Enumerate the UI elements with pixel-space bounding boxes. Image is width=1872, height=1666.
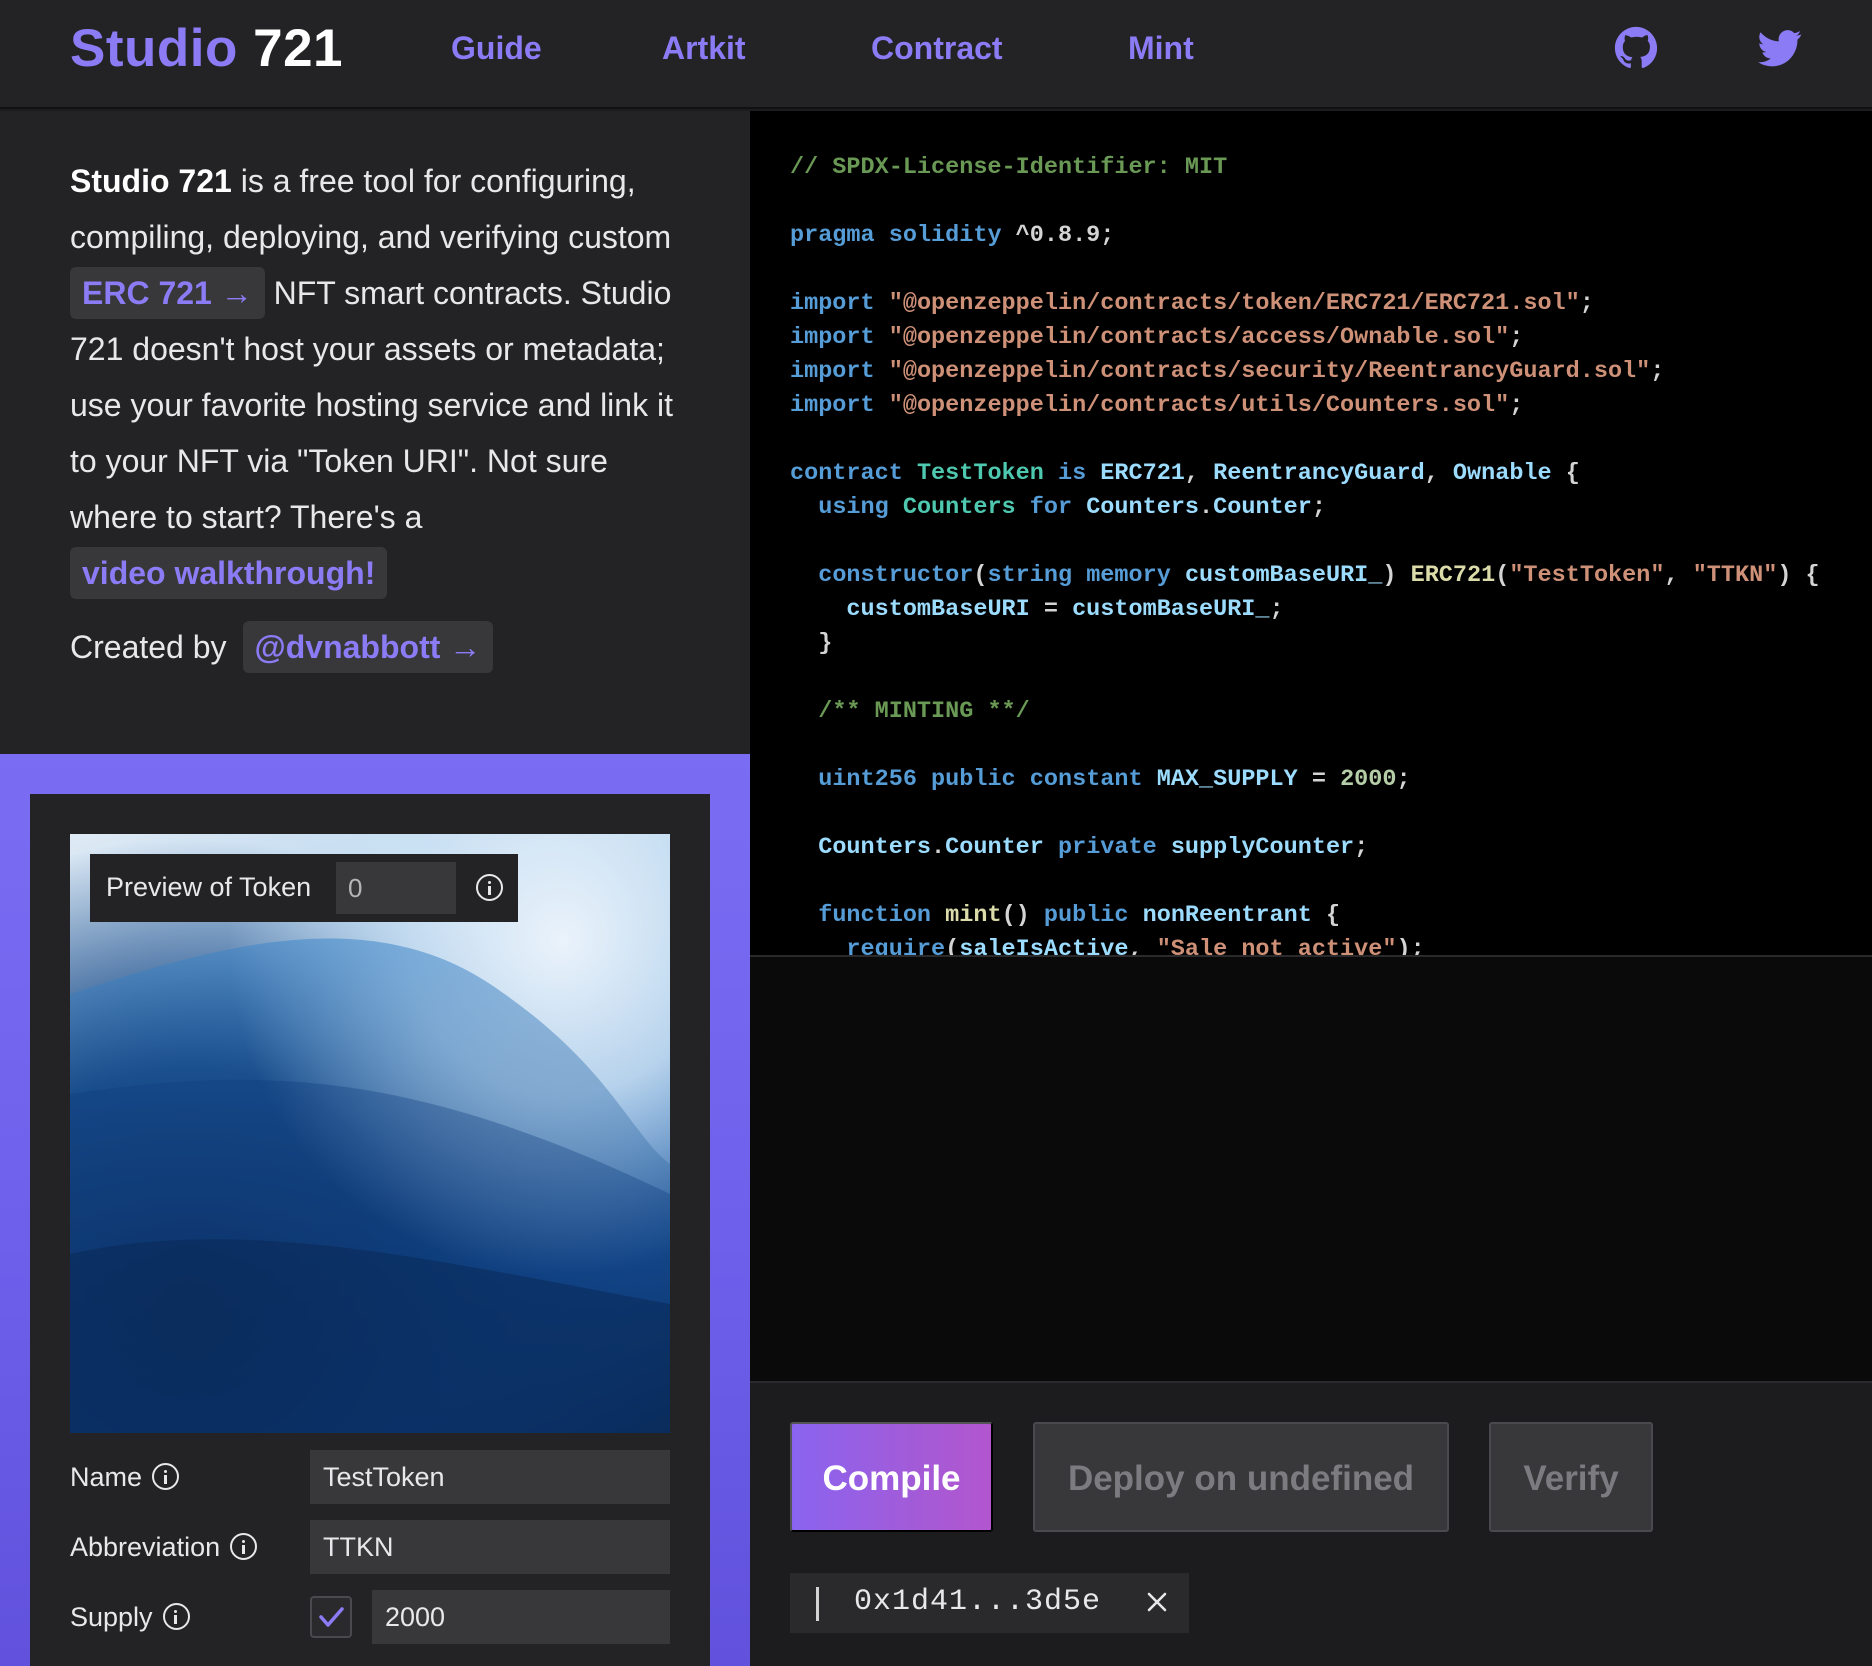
code-import-path: "@openzeppelin/contracts/access/Ownable.… [888, 324, 1510, 351]
brand-part-2: 721 [253, 19, 344, 78]
erc721-link[interactable]: ERC 721 → [70, 267, 265, 319]
abbreviation-label-row: Abbreviation [70, 1532, 258, 1563]
supply-label: Supply [70, 1602, 153, 1632]
code-pragma-version: ^0.8.9; [1015, 222, 1115, 249]
code-import-keyword: import [790, 290, 875, 317]
code-token-name-string: "TestToken" [1509, 562, 1665, 589]
code-import-path: "@openzeppelin/contracts/security/Reentr… [888, 358, 1651, 385]
wallet-indicator [816, 1587, 819, 1621]
wallet-address: 0x1d41...3d5e [854, 1585, 1102, 1619]
info-icon[interactable] [162, 1603, 190, 1631]
name-label: Name [70, 1462, 143, 1492]
deploy-button[interactable]: Deploy on undefined [1033, 1422, 1449, 1532]
code-pragma-name: solidity [888, 222, 1002, 249]
brand-part-1: Studio [70, 19, 238, 78]
intro-section: Studio 721 is a free tool for configurin… [0, 111, 750, 754]
verify-button[interactable]: Verify [1489, 1422, 1653, 1532]
info-icon[interactable] [476, 874, 503, 901]
abbreviation-input[interactable] [310, 1520, 670, 1574]
code-import-keyword: import [790, 324, 875, 351]
supply-input[interactable] [372, 1590, 670, 1644]
contract-code-editor[interactable]: // SPDX-License-Identifier: MIT pragma s… [750, 111, 1872, 955]
wallet-address-chip[interactable]: 0x1d41...3d5e [790, 1573, 1189, 1633]
name-input[interactable] [310, 1450, 670, 1504]
code-sale-message: "Sale not active" [1156, 936, 1397, 955]
code-minting-comment: /** MINTING **/ [818, 698, 1030, 725]
code-max-supply-value: 2000 [1340, 766, 1397, 793]
ocean-wave-image [70, 938, 670, 1433]
solidity-source: // SPDX-License-Identifier: MIT pragma s… [790, 151, 1872, 955]
abbreviation-label: Abbreviation [70, 1532, 221, 1562]
token-index-input[interactable] [336, 862, 456, 914]
nav-link-mint[interactable]: Mint [1128, 30, 1194, 67]
author-link[interactable]: @dvnabbott → [242, 621, 494, 673]
close-icon[interactable] [1144, 1589, 1170, 1615]
preview-toolbar: Preview of Token [90, 854, 518, 922]
brand-logo[interactable]: Studio 721 [70, 18, 343, 79]
code-pragma-keyword: pragma [790, 222, 875, 249]
video-walkthrough-link[interactable]: video walkthrough! [70, 547, 388, 599]
code-import-keyword: import [790, 392, 875, 419]
checkmark-icon [319, 1607, 344, 1627]
name-label-row: Name [70, 1462, 180, 1493]
code-token-symbol-string: "TTKN" [1692, 562, 1778, 589]
compile-button[interactable]: Compile [790, 1422, 993, 1532]
supply-checkbox[interactable] [310, 1596, 352, 1638]
credit-prefix: Created by [70, 629, 227, 665]
console-output-area [750, 957, 1872, 1381]
nav-link-artkit[interactable]: Artkit [662, 30, 746, 67]
code-contract-name: TestToken [916, 460, 1044, 487]
supply-label-row: Supply [70, 1602, 190, 1633]
code-import-keyword: import [790, 358, 875, 385]
token-preview-image: Preview of Token [70, 834, 670, 1433]
nav-link-contract[interactable]: Contract [871, 30, 1003, 67]
code-license-comment: // SPDX-License-Identifier: MIT [790, 154, 1228, 181]
twitter-icon[interactable] [1758, 26, 1802, 70]
code-import-path: "@openzeppelin/contracts/token/ERC721/ER… [888, 290, 1580, 317]
nav-link-guide[interactable]: Guide [451, 30, 542, 67]
credit-line: Created by @dvnabbott → [70, 619, 494, 675]
preview-label: Preview of Token [106, 872, 312, 902]
code-import-path: "@openzeppelin/contracts/utils/Counters.… [888, 392, 1510, 419]
github-icon[interactable] [1614, 26, 1658, 70]
info-icon[interactable] [152, 1463, 180, 1491]
intro-description: Studio 721 is a free tool for configurin… [70, 153, 690, 601]
intro-bold-title: Studio 721 [70, 163, 232, 199]
top-navigation-bar: Studio 721 Guide Artkit Contract Mint [0, 0, 1872, 109]
info-icon[interactable] [230, 1533, 258, 1561]
